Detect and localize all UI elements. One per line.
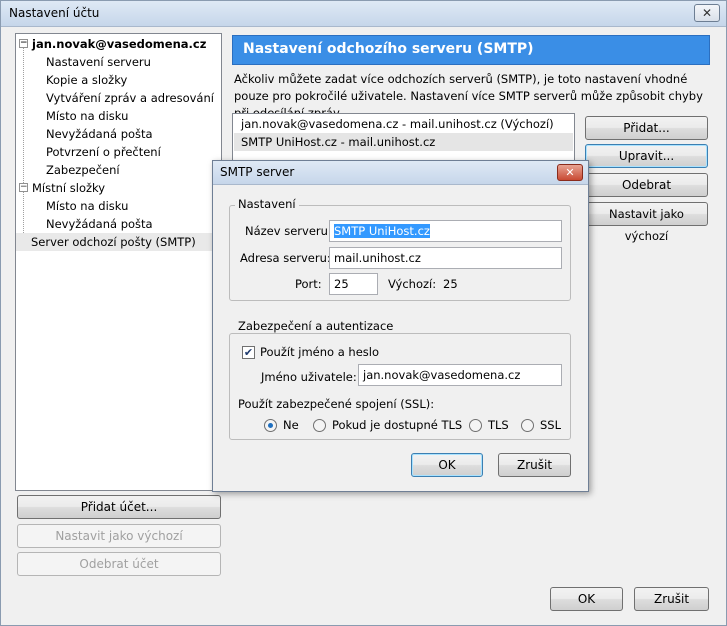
window-title: Nastavení účtu bbox=[9, 6, 100, 20]
server-name-input[interactable]: SMTP UniHost.cz bbox=[329, 220, 562, 242]
tree-item-copies-folders[interactable]: Kopie a složky bbox=[46, 71, 127, 89]
account-tree[interactable]: − jan.novak@vasedomena.cz Nastavení serv… bbox=[15, 33, 222, 491]
check-icon: ✔ bbox=[243, 346, 254, 359]
remove-smtp-button[interactable]: Odebrat bbox=[585, 173, 708, 197]
tree-item-server-settings[interactable]: Nastavení serveru bbox=[46, 53, 151, 71]
ssl-radio-tls-label[interactable]: TLS bbox=[488, 418, 509, 432]
tree-item-label: Vytváření zpráv a adresování bbox=[46, 91, 214, 105]
pane-title: Nastavení odchozího serveru (SMTP) bbox=[243, 41, 534, 57]
add-smtp-button[interactable]: Přidat... bbox=[585, 116, 708, 140]
default-port-label: Výchozí: bbox=[388, 277, 437, 291]
smtp-server-dialog: SMTP server ✕ Nastavení Název serveru SM… bbox=[212, 160, 589, 492]
tree-item-composition[interactable]: Vytváření zpráv a adresování bbox=[46, 89, 214, 107]
collapse-icon[interactable]: − bbox=[19, 39, 28, 48]
tree-item-label: Místní složky bbox=[32, 181, 106, 195]
tree-item-disk-space[interactable]: Místo na disku bbox=[46, 107, 128, 125]
tree-item-local-junk[interactable]: Nevyžádaná pošta bbox=[46, 215, 153, 233]
collapse-icon[interactable]: − bbox=[19, 183, 28, 192]
dialog-title: SMTP server bbox=[220, 165, 295, 179]
tree-item-security[interactable]: Zabezpečení bbox=[46, 161, 120, 179]
ssl-radio-tls-if-available-label[interactable]: Pokud je dostupné TLS bbox=[332, 418, 462, 432]
set-default-smtp-button[interactable]: Nastavit jako výchozí bbox=[585, 202, 708, 243]
tree-item-label: jan.novak@vasedomena.cz bbox=[32, 37, 207, 51]
cancel-button[interactable]: Zrušit bbox=[634, 587, 709, 611]
dialog-close-button[interactable]: ✕ bbox=[557, 164, 583, 181]
window-close-button[interactable]: ✕ bbox=[694, 4, 720, 22]
tree-item-label: Nastavení serveru bbox=[46, 55, 151, 69]
settings-legend: Nastavení bbox=[235, 197, 299, 211]
tree-item-label: Potvrzení o přečtení bbox=[46, 145, 161, 159]
pane-header: Nastavení odchozího serveru (SMTP) bbox=[232, 35, 710, 65]
tree-item-label: Místo na disku bbox=[46, 109, 129, 123]
ssl-radio-ssl[interactable] bbox=[521, 419, 534, 432]
ok-button[interactable]: OK bbox=[550, 587, 623, 611]
ssl-radio-ssl-label[interactable]: SSL bbox=[540, 418, 561, 432]
tree-item-junk[interactable]: Nevyžádaná pošta bbox=[46, 125, 153, 143]
tree-item-label: Nevyžádaná pošta bbox=[46, 217, 153, 231]
username-label: Jméno uživatele: bbox=[261, 370, 357, 384]
dialog-cancel-button[interactable]: Zrušit bbox=[498, 453, 571, 477]
close-icon: ✕ bbox=[565, 166, 575, 179]
server-address-input[interactable]: mail.unihost.cz bbox=[329, 247, 562, 269]
use-name-password-checkbox[interactable]: ✔ bbox=[242, 346, 255, 359]
smtp-server-item[interactable]: jan.novak@vasedomena.cz - mail.unihost.c… bbox=[234, 115, 573, 133]
remove-account-button[interactable]: Odebrat účet bbox=[17, 552, 221, 576]
dialog-titlebar[interactable]: SMTP server ✕ bbox=[213, 161, 588, 185]
tree-item-receipts[interactable]: Potvrzení o přečtení bbox=[46, 143, 161, 161]
tree-item-label: Zabezpečení bbox=[46, 163, 120, 177]
ssl-radio-tls[interactable] bbox=[469, 419, 482, 432]
ssl-radio-no-label[interactable]: Ne bbox=[283, 418, 299, 432]
smtp-server-item[interactable]: SMTP UniHost.cz - mail.unihost.cz bbox=[234, 133, 573, 151]
tree-item-label: Nevyžádaná pošta bbox=[46, 127, 153, 141]
set-default-account-button[interactable]: Nastavit jako výchozí bbox=[17, 524, 221, 548]
window-titlebar[interactable]: Nastavení účtu ✕ bbox=[1, 1, 726, 27]
edit-smtp-button[interactable]: Upravit... bbox=[585, 144, 708, 168]
default-port-value: 25 bbox=[443, 277, 458, 291]
ssl-radio-tls-if-available[interactable] bbox=[313, 419, 326, 432]
username-input[interactable]: jan.novak@vasedomena.cz bbox=[358, 364, 562, 386]
close-icon: ✕ bbox=[701, 6, 713, 20]
add-account-button[interactable]: Přidat účet... bbox=[17, 495, 221, 519]
use-name-password-label[interactable]: Použít jméno a heslo bbox=[260, 345, 379, 359]
tree-item-label: Místo na disku bbox=[46, 199, 129, 213]
server-address-label: Adresa serveru: bbox=[240, 251, 331, 265]
port-input[interactable]: 25 bbox=[329, 273, 378, 295]
tree-item-label: Server odchozí pošty (SMTP) bbox=[31, 235, 196, 249]
security-legend: Zabezpečení a autentizace bbox=[235, 319, 397, 333]
ssl-radio-no[interactable] bbox=[264, 419, 277, 432]
port-label: Port: bbox=[295, 277, 322, 291]
tree-item-local-disk-space[interactable]: Místo na disku bbox=[46, 197, 128, 215]
tree-item-label: Kopie a složky bbox=[46, 73, 128, 87]
server-name-value: SMTP UniHost.cz bbox=[334, 224, 430, 238]
tree-item-smtp[interactable]: Server odchozí pošty (SMTP) bbox=[16, 233, 221, 251]
dialog-ok-button[interactable]: OK bbox=[411, 453, 483, 477]
server-name-label: Název serveru bbox=[245, 224, 328, 238]
tree-connector bbox=[23, 47, 24, 191]
ssl-label: Použít zabezpečené spojení (SSL): bbox=[238, 397, 435, 411]
